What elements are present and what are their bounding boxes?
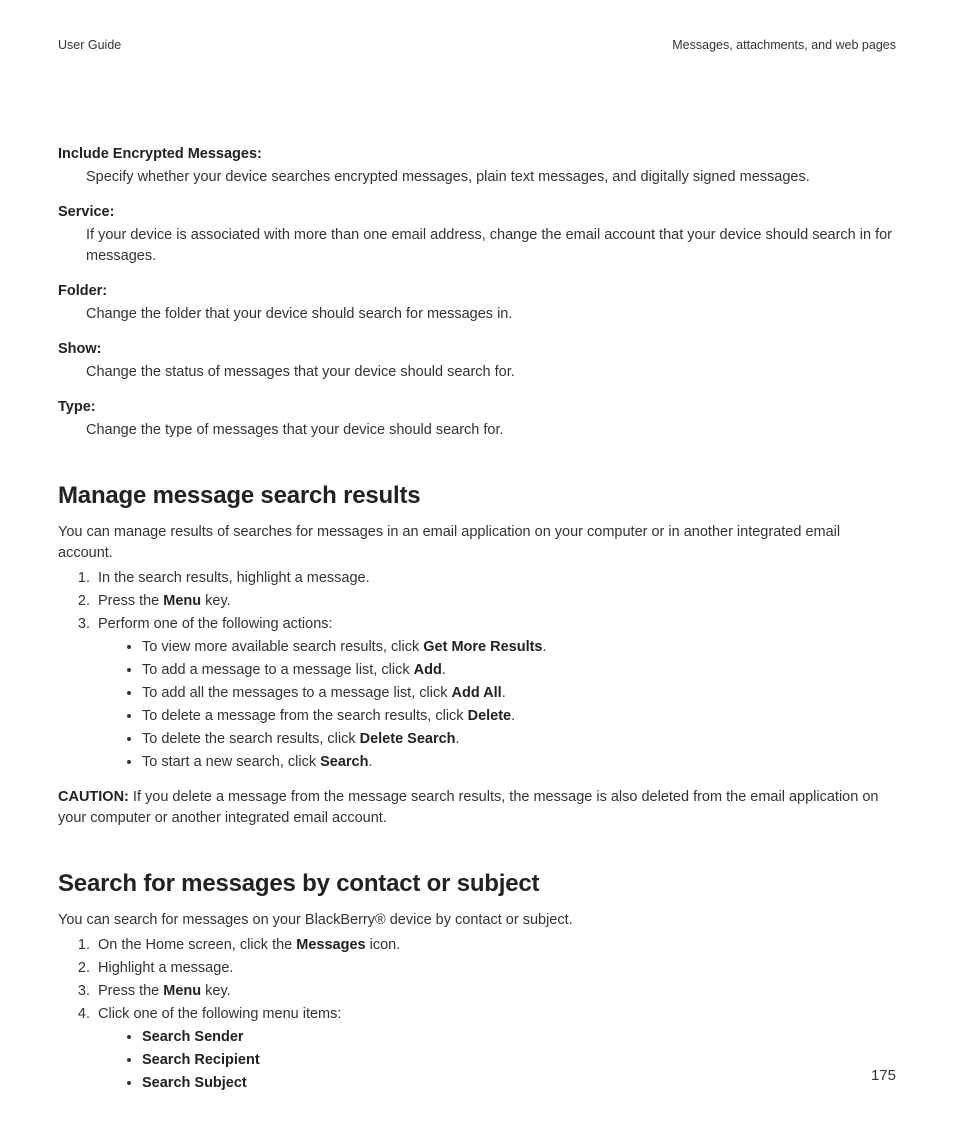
dl-item: Type: Change the type of messages that y… [58,397,896,441]
text: Press the [98,983,163,999]
list-item: On the Home screen, click the Messages i… [94,935,896,956]
caution-text: If you delete a message from the message… [58,789,878,826]
section-intro: You can search for messages on your Blac… [58,910,896,931]
text: To add all the messages to a message lis… [142,685,451,701]
page-header: User Guide Messages, attachments, and we… [58,36,896,54]
text: key. [201,983,231,999]
list-item: To add a message to a message list, clic… [142,660,896,681]
bold-text: Search [320,754,368,770]
bold-text: Add [414,662,442,678]
page-content: User Guide Messages, attachments, and we… [0,0,954,1094]
dl-def: Specify whether your device searches enc… [86,167,896,188]
dl-def: Change the folder that your device shoul… [86,304,896,325]
dl-term: Service: [58,202,896,223]
dl-def: If your device is associated with more t… [86,225,896,267]
text: To view more available search results, c… [142,639,423,655]
bold-text: Get More Results [423,639,542,655]
sub-list: Search Sender Search Recipient Search Su… [98,1027,896,1094]
steps-list: On the Home screen, click the Messages i… [58,935,896,1094]
dl-item: Service: If your device is associated wi… [58,202,896,267]
list-item: Search Sender [142,1027,896,1048]
dl-term: Include Encrypted Messages: [58,144,896,165]
caution-paragraph: CAUTION: If you delete a message from th… [58,787,896,829]
sub-list: To view more available search results, c… [98,637,896,773]
text: On the Home screen, click the [98,937,296,953]
list-item: To view more available search results, c… [142,637,896,658]
text: To start a new search, click [142,754,320,770]
list-item: In the search results, highlight a messa… [94,568,896,589]
dl-term: Show: [58,339,896,360]
dl-def: Change the status of messages that your … [86,362,896,383]
list-item: Press the Menu key. [94,981,896,1002]
list-item: Highlight a message. [94,958,896,979]
text: Press the [98,593,163,609]
section-intro: You can manage results of searches for m… [58,522,896,564]
text: To add a message to a message list, clic… [142,662,414,678]
list-item: To delete a message from the search resu… [142,706,896,727]
list-item: Search Recipient [142,1050,896,1071]
bold-text: Search Sender [142,1029,244,1045]
page-number: 175 [871,1065,896,1087]
dl-def: Change the type of messages that your de… [86,420,896,441]
section-heading-manage: Manage message search results [58,479,896,514]
text: To delete a message from the search resu… [142,708,468,724]
list-item: Click one of the following menu items: S… [94,1004,896,1094]
text: Perform one of the following actions: [98,616,333,632]
bold-text: Menu [163,983,201,999]
bold-text: Search Recipient [142,1052,260,1068]
text: To delete the search results, click [142,731,360,747]
bold-text: Delete [468,708,512,724]
text: key. [201,593,231,609]
header-right: Messages, attachments, and web pages [672,36,896,54]
dl-term: Type: [58,397,896,418]
steps-list: In the search results, highlight a messa… [58,568,896,773]
bold-text: Search Subject [142,1075,247,1091]
list-item: Perform one of the following actions: To… [94,614,896,773]
bold-text: Add All [451,685,501,701]
list-item: To delete the search results, click Dele… [142,729,896,750]
definition-list: Include Encrypted Messages: Specify whet… [58,144,896,441]
header-left: User Guide [58,36,121,54]
bold-text: Menu [163,593,201,609]
dl-item: Show: Change the status of messages that… [58,339,896,383]
dl-item: Include Encrypted Messages: Specify whet… [58,144,896,188]
bold-text: Delete Search [360,731,456,747]
bold-text: Messages [296,937,365,953]
list-item: To add all the messages to a message lis… [142,683,896,704]
list-item: Search Subject [142,1073,896,1094]
dl-item: Folder: Change the folder that your devi… [58,281,896,325]
caution-label: CAUTION: [58,789,129,805]
section-heading-search-by: Search for messages by contact or subjec… [58,867,896,902]
list-item: To start a new search, click Search. [142,752,896,773]
dl-term: Folder: [58,281,896,302]
list-item: Press the Menu key. [94,591,896,612]
text: icon. [366,937,401,953]
text: Click one of the following menu items: [98,1006,341,1022]
